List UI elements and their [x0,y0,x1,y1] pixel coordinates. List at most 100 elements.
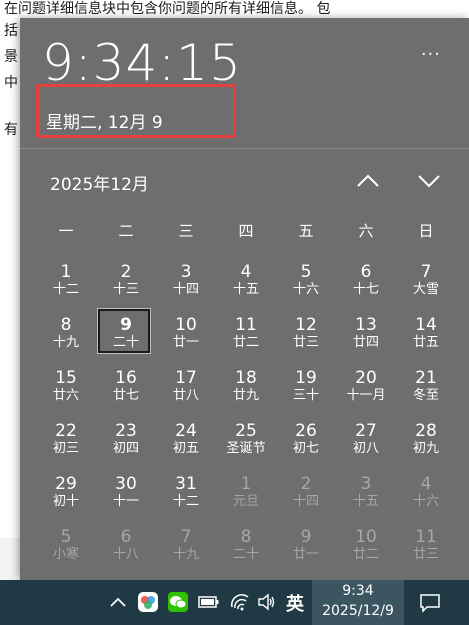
day-number: 22 [55,421,77,441]
calendar-day[interactable]: 18 廿九 [216,368,276,404]
calendar-day-today[interactable]: 9 二十 [96,315,156,351]
weekday-label: 一 [58,222,74,240]
colorful-app-icon [138,592,158,612]
network-tray-button[interactable] [228,590,252,614]
day-number: 3 [180,262,192,282]
lunar-date: 小寒 [52,547,79,562]
lunar-date: 十五 [232,282,259,297]
chevron-down-icon [418,175,440,188]
battery-tray-button[interactable] [197,590,221,614]
day-number: 11 [415,527,437,547]
calendar-day[interactable]: 19 三十 [276,368,336,404]
day-number: 8 [60,315,72,335]
calendar-day[interactable]: 8 二十 [216,527,276,563]
day-number: 19 [295,368,317,388]
calendar-day[interactable]: 11 廿三 [396,527,456,563]
calendar-day[interactable]: 22 初三 [36,421,96,457]
calendar-day[interactable]: 1 十二 [36,262,96,298]
lunar-date: 十八 [112,547,139,562]
more-options-button[interactable]: ··· [421,44,441,65]
wechat-tray-button[interactable] [166,590,190,614]
day-number: 26 [295,421,317,441]
day-number: 23 [115,421,137,441]
lunar-date: 廿三 [412,547,439,562]
calendar-day[interactable]: 12 廿三 [276,315,336,351]
full-date[interactable]: 星期二, 12月 9 [46,108,163,133]
input-method-indicator[interactable]: 英 [286,590,304,616]
calendar-day[interactable]: 16 廿七 [96,368,156,404]
doc-line: 括 [4,23,18,39]
calendar-day[interactable]: 6 十七 [336,262,396,298]
lunar-date: 二十 [112,335,139,350]
calendar-day[interactable]: 11 廿二 [216,315,276,351]
day-number: 9 [120,315,132,335]
day-number: 12 [295,315,317,335]
calendar-day[interactable]: 9 廿一 [276,527,336,563]
taskbar-clock-button[interactable]: 9:34 2025/12/9 [312,580,404,625]
calendar-day[interactable]: 20 十一月 [336,368,396,404]
lunar-date: 二十 [232,547,259,562]
lunar-date: 十三 [112,282,139,297]
day-number: 1 [60,262,72,282]
calendar-day[interactable]: 8 十九 [36,315,96,351]
calendar-day[interactable]: 4 十五 [216,262,276,298]
calendar-day[interactable]: 5 十六 [276,262,336,298]
calendar-day[interactable]: 27 初八 [336,421,396,457]
calendar-day[interactable]: 15 廿六 [36,368,96,404]
calendar-day[interactable]: 30 十一 [96,474,156,510]
calendar-day[interactable]: 24 初五 [156,421,216,457]
volume-tray-button[interactable] [255,590,279,614]
lunar-date: 十二 [172,494,199,509]
calendar-day[interactable]: 10 廿一 [156,315,216,351]
notification-center-button[interactable] [418,591,442,615]
weekday-label: 五 [298,222,314,240]
calendar-day[interactable]: 14 廿五 [396,315,456,351]
wifi-icon [231,594,249,611]
day-number: 2 [300,474,312,494]
tray-app-button[interactable] [136,590,160,614]
calendar-day[interactable]: 4 十六 [396,474,456,510]
calendar-day[interactable]: 7 十九 [156,527,216,563]
day-number: 14 [415,315,437,335]
calendar-day[interactable]: 10 廿二 [336,527,396,563]
day-number: 1 [240,474,252,494]
calendar-day[interactable]: 23 初四 [96,421,156,457]
calendar-day[interactable]: 26 初七 [276,421,336,457]
calendar-day[interactable]: 28 初九 [396,421,456,457]
next-month-button[interactable] [414,168,444,194]
calendar-day[interactable]: 21 冬至 [396,368,456,404]
calendar-day[interactable]: 17 廿八 [156,368,216,404]
day-number: 10 [355,527,377,547]
calendar-day[interactable]: 29 初十 [36,474,96,510]
lunar-date: 廿二 [352,547,379,562]
lunar-date: 冬至 [412,388,439,403]
day-number: 10 [175,315,197,335]
day-number: 29 [55,474,77,494]
show-hidden-icons-button[interactable] [106,590,130,614]
day-number: 20 [355,368,377,388]
lunar-date: 廿七 [112,388,139,403]
calendar-flyout: 9:34:15 ··· 星期二, 12月 9 2025年12月 一 二 三 四 … [20,18,469,580]
lunar-date: 廿四 [352,335,379,350]
calendar-day[interactable]: 5 小寒 [36,527,96,563]
calendar-day[interactable]: 1 元旦 [216,474,276,510]
previous-month-button[interactable] [353,168,383,194]
calendar-day[interactable]: 3 十四 [156,262,216,298]
calendar-day[interactable]: 2 十三 [96,262,156,298]
lunar-date: 廿六 [52,388,79,403]
calendar-day[interactable]: 2 十四 [276,474,336,510]
day-number: 3 [360,474,372,494]
doc-line: 景 [4,49,18,65]
day-number: 11 [235,315,257,335]
calendar-day[interactable]: 7 大雪 [396,262,456,298]
calendar-day[interactable]: 31 十二 [156,474,216,510]
month-title[interactable]: 2025年12月 [50,170,149,195]
day-number: 6 [360,262,372,282]
calendar-day[interactable]: 25 圣诞节 [216,421,276,457]
calendar-day[interactable]: 3 十五 [336,474,396,510]
day-number: 18 [235,368,257,388]
wechat-icon [168,592,188,612]
calendar-day[interactable]: 6 十八 [96,527,156,563]
day-number: 7 [420,262,432,282]
calendar-day[interactable]: 13 廿四 [336,315,396,351]
